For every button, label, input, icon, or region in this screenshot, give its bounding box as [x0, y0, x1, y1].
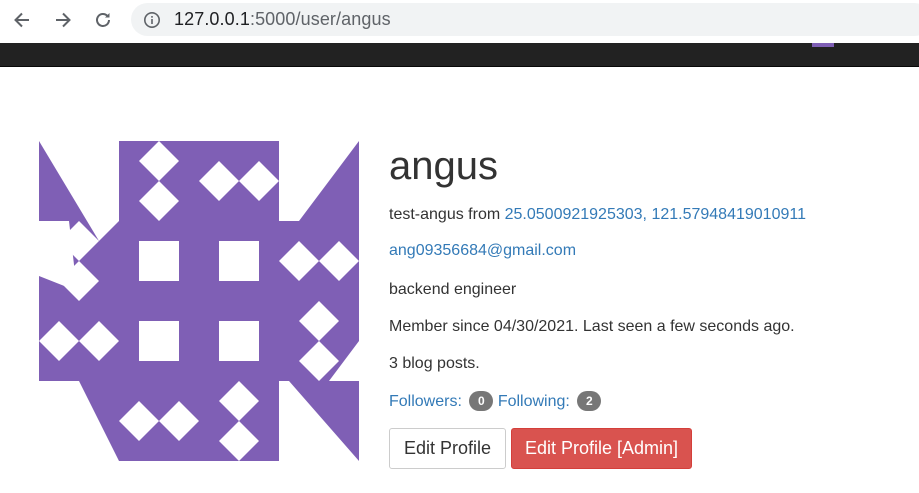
profile-location-line: test-angus from 25.0500921925303, 121.57… — [389, 204, 806, 226]
arrow-left-icon — [14, 12, 29, 28]
browser-toolbar: 127.0.0.1:5000/user/angus — [0, 0, 919, 43]
reload-icon — [96, 13, 110, 27]
url-host: 127.0.0.1 — [174, 9, 250, 29]
forward-button[interactable] — [50, 7, 76, 33]
email-link[interactable]: ang09356684@gmail.com — [389, 242, 576, 259]
profile-avatar — [39, 141, 359, 461]
from-label: from — [468, 206, 501, 223]
followers-label: Followers: — [389, 393, 462, 410]
arrow-right-icon — [56, 12, 71, 28]
address-bar[interactable]: 127.0.0.1:5000/user/angus — [131, 3, 919, 36]
followers-link[interactable]: Followers: 0 — [389, 391, 494, 411]
edit-profile-button[interactable]: Edit Profile — [389, 428, 506, 469]
follow-stats: Followers: 0 Following: 2 — [389, 391, 602, 413]
reload-button[interactable] — [90, 7, 116, 33]
location-link[interactable]: 25.0500921925303, 121.57948419010911 — [505, 206, 806, 223]
navbar-avatar[interactable] — [812, 43, 834, 47]
profile-about: backend engineer — [389, 281, 517, 298]
url-text[interactable]: 127.0.0.1:5000/user/angus — [174, 9, 391, 30]
profile-email-line: ang09356684@gmail.com — [389, 240, 576, 262]
back-button[interactable] — [9, 7, 35, 33]
profile-info: angus test-angus from 25.0500921925303, … — [389, 140, 909, 469]
following-link[interactable]: Following: 2 — [497, 391, 602, 411]
edit-profile-admin-button[interactable]: Edit Profile [Admin] — [511, 428, 692, 469]
profile-member-since: Member since 04/30/2021. Last seen a few… — [389, 318, 795, 335]
profile-name: test-angus — [389, 206, 464, 223]
followers-badge: 0 — [469, 391, 494, 411]
following-label: Following: — [497, 393, 570, 410]
profile-username: angus — [389, 144, 498, 188]
url-path: :5000/user/angus — [249, 9, 391, 29]
following-badge: 2 — [577, 391, 602, 411]
app-navbar — [0, 43, 919, 67]
profile-post-count: 3 blog posts. — [389, 355, 480, 372]
info-icon[interactable] — [143, 11, 161, 29]
